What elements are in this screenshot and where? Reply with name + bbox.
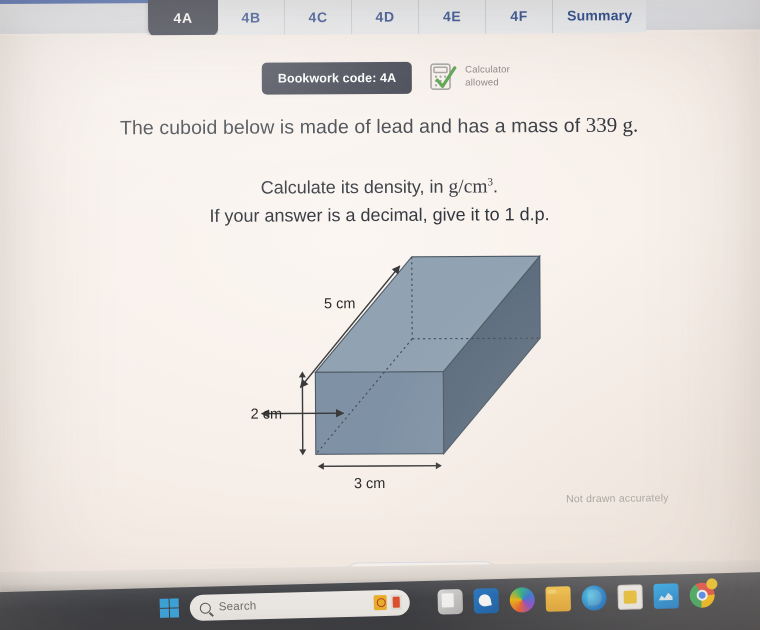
search-placeholder: Search	[218, 600, 257, 614]
question-line-2-period: .	[492, 176, 499, 197]
cuboid-diagram: 5 cm 2 cm 3 cm	[240, 243, 602, 535]
tab-4b[interactable]: 4B	[217, 0, 286, 37]
height-label: 2 cm	[251, 407, 283, 423]
calculator-line-1: Calculator	[465, 64, 510, 76]
windows-app-icon[interactable]	[437, 588, 464, 615]
chrome-icon[interactable]	[689, 577, 718, 608]
calculator-icon	[430, 63, 458, 93]
tab-4a[interactable]: 4A	[147, 0, 219, 38]
tab-summary-label: Summary	[567, 7, 633, 24]
file-explorer-icon[interactable]	[545, 585, 572, 612]
taskbar-icon-list	[437, 577, 718, 615]
tab-bar: 4A 4B 4C 4D 4E 4F Summary	[0, 0, 760, 38]
tab-4f-label: 4F	[510, 7, 528, 24]
question-line-3: If your answer is a decimal, give it to …	[209, 204, 550, 227]
search-badges	[373, 594, 402, 611]
tab-4e[interactable]: 4E	[418, 0, 487, 36]
calculator-allowed-text: Calculator allowed	[465, 65, 510, 91]
tab-4e-label: 4E	[442, 8, 462, 25]
tab-4f[interactable]: 4F	[485, 0, 554, 36]
question-instructions: Calculate its density, in g/cm3. If your…	[0, 172, 760, 230]
calculator-allowed-block: Calculator allowed	[430, 62, 510, 92]
taskbar-content: Search	[159, 577, 718, 622]
question-line-1-text: The cuboid below is made of lead and has…	[119, 114, 586, 140]
tab-list: 4A 4B 4C 4D 4E 4F Summary	[147, 0, 647, 38]
question-mass-value: 339 g.	[585, 112, 639, 137]
news-badge-icon	[390, 594, 402, 610]
outlook-icon[interactable]	[473, 587, 500, 614]
question-line-2: Calculate its density, in g/cm3.	[0, 172, 759, 204]
question-line-2-text: Calculate its density, in	[260, 176, 449, 198]
bookwork-row: Bookwork code: 4A Calculator allowed	[261, 61, 510, 95]
sticky-notes-icon[interactable]	[617, 583, 644, 610]
density-unit: g/cm	[448, 176, 488, 198]
search-input[interactable]: Search	[189, 589, 411, 622]
tab-4d-label: 4D	[375, 8, 395, 25]
width-dimension: 3 cm	[317, 462, 442, 492]
question-line-1: The cuboid below is made of lead and has…	[0, 112, 759, 141]
copilot-icon[interactable]	[509, 586, 536, 613]
tab-4a-label: 4A	[173, 9, 193, 26]
tab-4b-label: 4B	[241, 9, 261, 26]
start-icon[interactable]	[159, 598, 181, 619]
tab-4d[interactable]: 4D	[351, 0, 420, 36]
tab-4c-label: 4C	[308, 8, 328, 26]
tab-summary[interactable]: Summary	[552, 0, 647, 35]
not-drawn-accurately-note: Not drawn accurately	[565, 492, 669, 506]
screen-photo: 4A 4B 4C 4D 4E 4F Summary Bookwork code:…	[0, 0, 760, 630]
search-icon	[199, 602, 211, 614]
question-content: Bookwork code: 4A Calculator allowed The…	[0, 32, 760, 597]
calculator-line-2: allowed	[465, 77, 499, 89]
tab-4c[interactable]: 4C	[284, 0, 353, 37]
width-label: 3 cm	[354, 476, 386, 492]
bookwork-code-badge[interactable]: Bookwork code: 4A	[261, 61, 413, 95]
edge-icon[interactable]	[581, 584, 608, 611]
store-icon[interactable]	[653, 582, 679, 609]
depth-label: 5 cm	[324, 296, 356, 312]
weather-badge-icon	[373, 594, 387, 611]
